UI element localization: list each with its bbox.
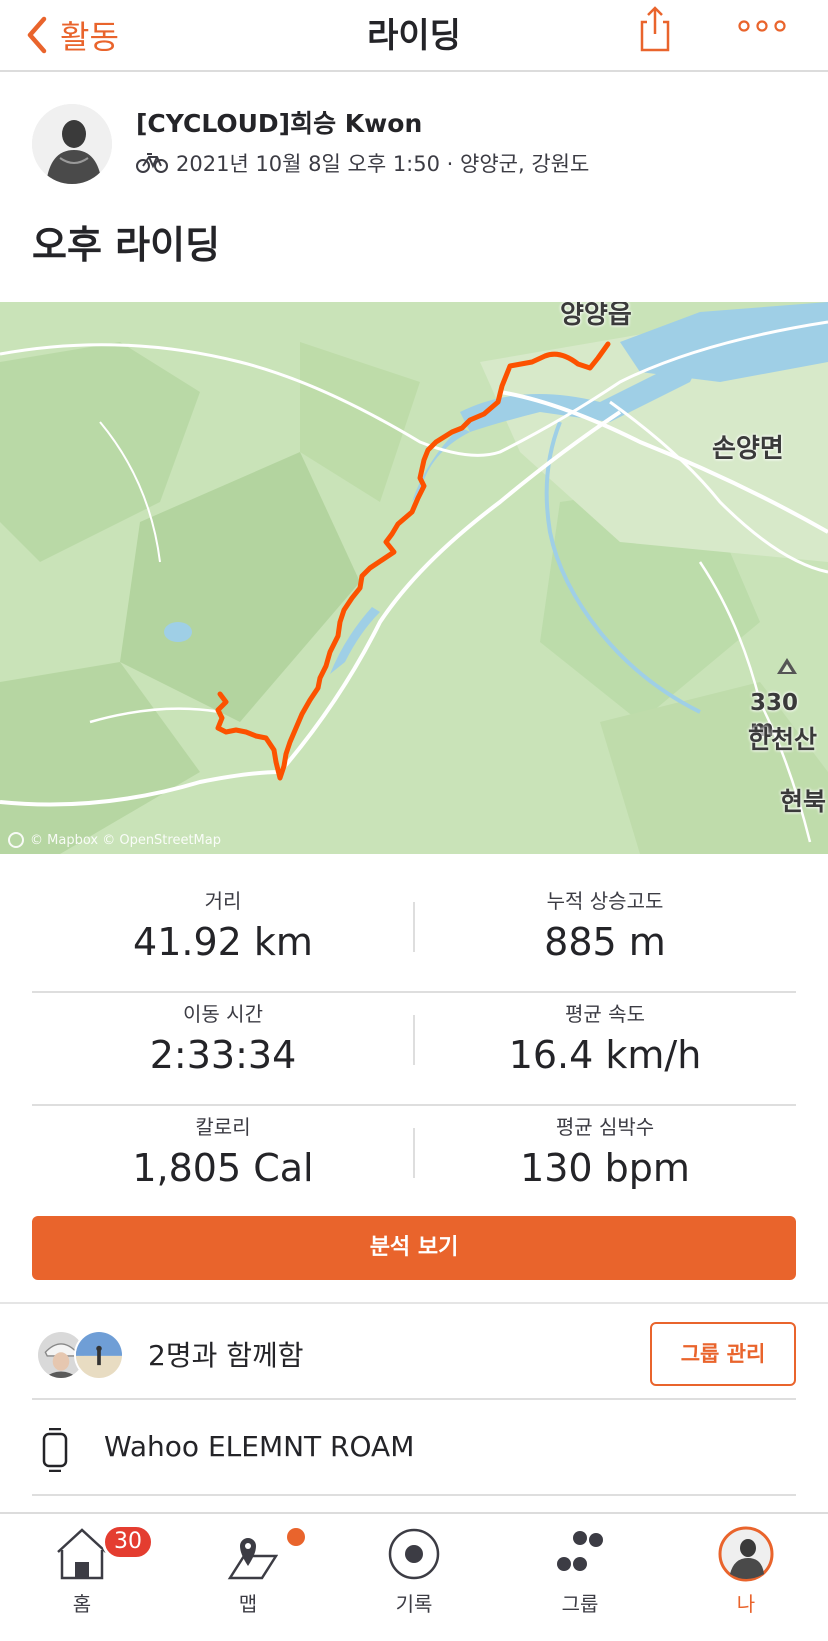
tab-label: 맵 (238, 1592, 258, 1616)
top-nav-bar: 활동 라이딩 (0, 0, 828, 72)
map-pin-icon (227, 1538, 278, 1580)
new-indicator-dot (287, 1528, 305, 1546)
manage-group-button[interactable]: 그룹 관리 (650, 1322, 796, 1386)
tab-me[interactable]: 나 (686, 1514, 806, 1624)
map-label-town: 양양읍 (560, 302, 632, 330)
activity-title: 오후 라이딩 (32, 223, 221, 267)
tab-label: 홈 (72, 1592, 92, 1616)
group-activity-row[interactable]: 2명과 함께함 그룹 관리 (0, 1306, 828, 1398)
map-label-place: 현북 (780, 787, 827, 816)
tab-groups[interactable]: 그룹 (520, 1514, 640, 1624)
section-divider (32, 1398, 796, 1400)
notification-badge: 30 (102, 1524, 154, 1560)
map-canvas (0, 302, 828, 854)
map-label-town: 손양면 (712, 434, 784, 464)
section-divider (32, 1494, 796, 1496)
activity-meta: 2021년 10월 8일 오후 1:50 · 양양군, 강원도 (136, 148, 589, 178)
groups-icon (557, 1531, 603, 1571)
record-icon (388, 1528, 440, 1580)
view-analysis-button[interactable]: 분석 보기 (32, 1216, 796, 1280)
more-options-icon[interactable] (738, 16, 786, 36)
stat-label: 이동 시간 (183, 1002, 263, 1026)
stat-value: 16.4 km/h (508, 1033, 702, 1077)
stat-avg-heart-rate: 평균 심박수 130 bpm (414, 1112, 796, 1190)
activity-date-location: 2021년 10월 8일 오후 1:50 · 양양군, 강원도 (176, 152, 590, 176)
stat-value: 41.92 km (133, 920, 313, 964)
stat-elevation-gain: 누적 상승고도 885 m (414, 886, 796, 964)
stat-label: 거리 (204, 889, 242, 913)
section-divider (0, 1302, 828, 1304)
athlete-name[interactable]: [CYCLOUD]희승 Kwon (136, 104, 422, 140)
bottom-tab-bar: 홈 30 맵 기록 그룹 나 (0, 1512, 828, 1641)
stat-moving-time: 이동 시간 2:33:34 (32, 999, 414, 1077)
profile-avatar-icon (718, 1526, 774, 1582)
page-title: 라이딩 (367, 16, 461, 56)
stat-value: 130 bpm (520, 1146, 690, 1190)
route-map[interactable]: 양양읍 손양면 330 m 한천산 현북 © Mapbox © OpenStre… (0, 302, 828, 854)
tab-record[interactable]: 기록 (354, 1514, 474, 1624)
stat-value: 2:33:34 (149, 1033, 297, 1077)
stat-value: 885 m (544, 920, 666, 964)
stats-grid: 거리 41.92 km 누적 상승고도 885 m 이동 시간 2:33:34 … (32, 880, 796, 1219)
stat-label: 평균 속도 (565, 1002, 645, 1026)
stat-value: 1,805 Cal (132, 1146, 314, 1190)
stats-row: 이동 시간 2:33:34 평균 속도 16.4 km/h (32, 993, 796, 1106)
device-icon (42, 1428, 68, 1472)
group-member-avatar (74, 1330, 124, 1380)
share-icon[interactable] (636, 4, 674, 54)
attribution-text: © Mapbox © OpenStreetMap (30, 832, 221, 848)
tab-label: 나 (736, 1592, 756, 1616)
stat-avg-speed: 평균 속도 16.4 km/h (414, 999, 796, 1077)
map-attribution[interactable]: © Mapbox © OpenStreetMap (8, 832, 221, 848)
group-avatars[interactable] (36, 1330, 136, 1380)
tab-label: 그룹 (561, 1592, 599, 1616)
stats-row: 칼로리 1,805 Cal 평균 심박수 130 bpm (32, 1106, 796, 1219)
tab-label: 기록 (395, 1592, 433, 1616)
device-row: Wahoo ELEMNT ROAM (0, 1402, 828, 1494)
map-label-peak: 한천산 (748, 725, 818, 754)
group-text: 2명과 함께함 (148, 1339, 304, 1372)
stats-row: 거리 41.92 km 누적 상승고도 885 m (32, 880, 796, 993)
stat-label: 누적 상승고도 (546, 889, 664, 913)
athlete-avatar[interactable] (32, 104, 112, 184)
stat-label: 평균 심박수 (555, 1115, 655, 1139)
device-name: Wahoo ELEMNT ROAM (104, 1430, 415, 1463)
stat-label: 칼로리 (195, 1115, 251, 1139)
stat-distance: 거리 41.92 km (32, 886, 414, 964)
mapbox-logo-icon (8, 832, 24, 848)
tab-home[interactable]: 홈 30 (22, 1514, 154, 1624)
stat-calories: 칼로리 1,805 Cal (32, 1112, 414, 1190)
bike-icon (136, 153, 168, 173)
